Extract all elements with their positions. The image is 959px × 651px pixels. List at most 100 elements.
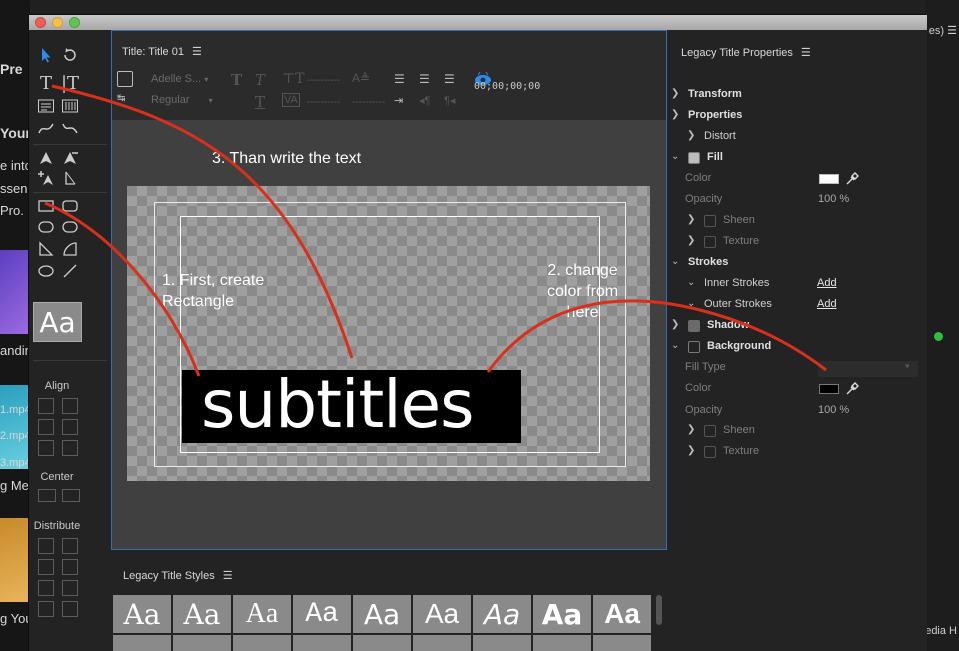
section-transform[interactable]: ❯ Transform	[667, 88, 927, 108]
bold-icon[interactable]: T	[231, 71, 242, 89]
vertical-area-type-tool-icon[interactable]	[59, 96, 81, 116]
style-swatch[interactable]	[113, 635, 171, 651]
rounded-rectangle-tool-icon[interactable]	[59, 196, 81, 216]
minimize-button[interactable]	[52, 17, 63, 28]
bg-opacity-value[interactable]: 100 %	[818, 404, 849, 416]
align-right-icon[interactable]	[38, 419, 54, 435]
selection-tool-icon[interactable]	[35, 45, 57, 65]
style-swatch[interactable]	[593, 635, 651, 651]
style-swatch[interactable]	[173, 635, 231, 651]
distribute-right-icon[interactable]	[38, 559, 54, 575]
font-size-value[interactable]: ----------	[307, 75, 340, 86]
texture-checkbox[interactable]	[704, 446, 716, 458]
background-video-icon[interactable]	[117, 71, 133, 87]
panel-menu-icon[interactable]: ☰	[192, 45, 202, 58]
row-bg-texture[interactable]: ❯ Texture	[667, 445, 927, 465]
type-tool-icon[interactable]: T	[35, 73, 57, 94]
area-type-tool-icon[interactable]	[35, 96, 57, 116]
row-outer-strokes[interactable]: ⌄ Outer Strokes Add	[667, 298, 927, 318]
style-swatch[interactable]: Aa	[413, 595, 471, 633]
section-properties[interactable]: ❯ Properties	[667, 109, 927, 129]
tracking-value[interactable]: ----------	[352, 97, 385, 108]
align-center-icon[interactable]	[62, 398, 78, 414]
sheen-checkbox[interactable]	[704, 425, 716, 437]
style-swatch[interactable]	[353, 635, 411, 651]
section-background[interactable]: ⌄ Background	[667, 340, 927, 360]
style-swatch[interactable]	[293, 635, 351, 651]
font-size-icon[interactable]: ⊤T	[282, 71, 305, 87]
distribute-bottom-icon[interactable]	[62, 580, 78, 596]
path-type-tool-icon[interactable]	[35, 118, 57, 138]
kerning-icon[interactable]: VA	[282, 93, 300, 107]
style-swatch[interactable]	[473, 635, 531, 651]
style-swatch[interactable]: Aa	[293, 595, 351, 633]
pen-tool-icon[interactable]	[35, 148, 57, 168]
add-inner-stroke-link[interactable]: Add	[817, 277, 837, 289]
tab-icon[interactable]: ⇥	[394, 94, 403, 107]
italic-icon[interactable]: T	[255, 71, 265, 89]
align-left-icon[interactable]	[38, 398, 54, 414]
eyedropper-icon[interactable]	[845, 172, 859, 186]
rectangle-tool-icon[interactable]	[35, 196, 57, 216]
window-titlebar[interactable]	[29, 15, 927, 30]
fill-opacity-value[interactable]: 100 %	[818, 193, 849, 205]
row-distort[interactable]: ❯ Distort	[667, 130, 927, 150]
vertical-type-tool-icon[interactable]: |T	[59, 73, 81, 94]
distribute-even-v-icon[interactable]	[62, 601, 78, 617]
underline-icon[interactable]: T	[255, 93, 265, 111]
font-style-select[interactable]: Regular ▾	[151, 94, 221, 106]
convert-anchor-tool-icon[interactable]	[59, 168, 81, 188]
center-vertical-icon[interactable]	[62, 489, 80, 502]
section-fill[interactable]: ⌄ Fill	[667, 151, 927, 171]
style-swatch[interactable]	[533, 635, 591, 651]
background-checkbox[interactable]	[688, 341, 700, 353]
distribute-middle-icon[interactable]	[38, 580, 54, 596]
style-swatch[interactable]	[413, 635, 471, 651]
row-bg-sheen[interactable]: ❯ Sheen	[667, 424, 927, 444]
distribute-center-icon[interactable]	[62, 538, 78, 554]
tab-stops-icon[interactable]: ↹	[117, 93, 125, 104]
add-anchor-tool-icon[interactable]	[35, 168, 57, 188]
style-swatch[interactable]: Aa	[473, 595, 531, 633]
paragraph-right-icon[interactable]: ¶◂	[444, 94, 455, 107]
clipped-corner-rect-tool-icon[interactable]	[35, 217, 57, 237]
kerning-value[interactable]: ----------	[307, 97, 340, 108]
style-swatch[interactable]: Aa	[233, 595, 291, 633]
align-middle-icon[interactable]	[38, 440, 54, 456]
arc-tool-icon[interactable]	[59, 239, 81, 259]
center-horizontal-icon[interactable]	[38, 489, 56, 502]
rotation-tool-icon[interactable]	[59, 45, 81, 65]
distribute-left-icon[interactable]	[38, 538, 54, 554]
shadow-checkbox[interactable]	[688, 320, 700, 332]
background-color-swatch[interactable]	[819, 384, 839, 394]
align-bottom-icon[interactable]	[62, 440, 78, 456]
align-right-text-icon[interactable]: ☰	[444, 72, 455, 86]
video-thumbnail[interactable]	[0, 518, 30, 602]
timecode[interactable]: 00;00;00;00	[474, 81, 540, 92]
add-outer-stroke-link[interactable]: Add	[817, 298, 837, 310]
vertical-path-type-tool-icon[interactable]	[59, 118, 81, 138]
eyedropper-icon[interactable]	[845, 382, 859, 396]
section-strokes[interactable]: ⌄ Strokes	[667, 256, 927, 276]
fill-color-swatch[interactable]	[819, 174, 839, 184]
font-family-select[interactable]: Adelle S... ▾	[151, 73, 221, 85]
video-thumbnail[interactable]	[0, 250, 30, 334]
panel-menu-icon[interactable]: ☰	[223, 569, 233, 582]
zoom-button[interactable]	[69, 17, 80, 28]
align-left-text-icon[interactable]: ☰	[394, 72, 405, 86]
fill-type-select[interactable]	[818, 361, 918, 377]
title-canvas[interactable]: subtitles 3. Than write the text 1. Firs…	[112, 120, 666, 549]
ellipse-tool-icon[interactable]	[35, 261, 57, 281]
style-swatch[interactable]: Aa	[533, 595, 591, 633]
paragraph-left-icon[interactable]: ◂¶	[419, 94, 430, 107]
align-center-text-icon[interactable]: ☰	[419, 72, 430, 86]
line-tool-icon[interactable]	[59, 261, 81, 281]
row-inner-strokes[interactable]: ⌄ Inner Strokes Add	[667, 277, 927, 297]
close-button[interactable]	[35, 17, 46, 28]
leading-icon[interactable]: A≜	[352, 71, 370, 85]
subtitle-text[interactable]: subtitles	[201, 366, 475, 443]
row-sheen[interactable]: ❯ Sheen	[667, 214, 927, 234]
wedge-tool-icon[interactable]	[35, 239, 57, 259]
distribute-top-icon[interactable]	[62, 559, 78, 575]
texture-checkbox[interactable]	[704, 236, 716, 248]
